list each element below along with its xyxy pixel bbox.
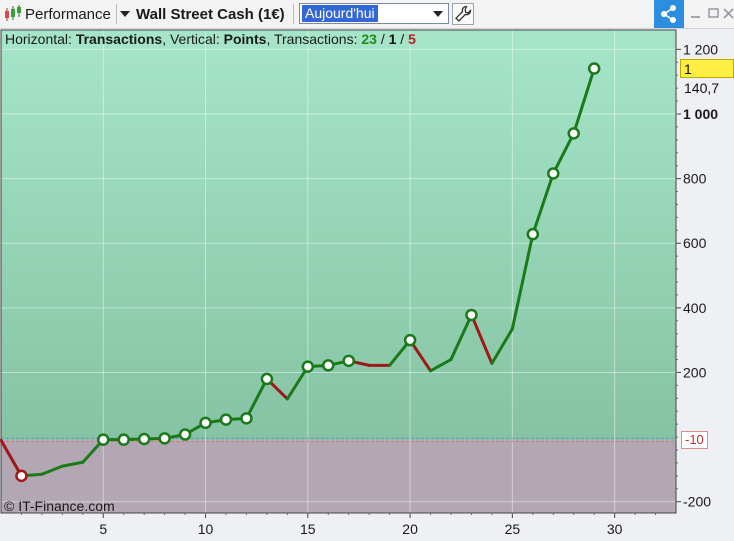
toolbar: Performance Wall Street Cash (1€) Aujour…: [0, 0, 734, 29]
copyright-text: © IT-Finance.com: [4, 498, 115, 514]
y-tick-label: 800: [683, 171, 707, 187]
instrument-dropdown[interactable]: Wall Street Cash (1€): [120, 0, 285, 28]
trade-marker[interactable]: [199, 416, 212, 430]
vertical-prefix: , Vertical:: [162, 31, 224, 47]
close-button[interactable]: [722, 4, 734, 22]
trade-marker[interactable]: [403, 333, 417, 347]
settings-wrench-button[interactable]: [452, 3, 474, 25]
positive-zone: [1, 30, 676, 441]
x-tick-label: 30: [607, 521, 623, 537]
trade-marker[interactable]: [178, 428, 192, 441]
x-tick-label: 5: [99, 521, 107, 537]
wins-count: 23: [361, 31, 377, 47]
trade-marker[interactable]: [97, 433, 110, 446]
y-tick-label: 400: [683, 300, 707, 316]
trade-marker[interactable]: [587, 62, 601, 75]
wrench-icon: [455, 5, 472, 22]
trade-marker[interactable]: [117, 433, 130, 446]
trade-marker[interactable]: [260, 372, 274, 386]
toolbar-separator: [116, 4, 117, 24]
caret-down-icon: [120, 11, 130, 17]
y-tick-label: 200: [683, 364, 707, 380]
minimize-icon: [691, 16, 700, 18]
trade-marker[interactable]: [158, 432, 171, 445]
losses-count: 5: [408, 31, 416, 47]
period-select[interactable]: Aujourd'hui: [299, 3, 449, 24]
maximize-icon: [708, 8, 719, 18]
trade-marker[interactable]: [342, 354, 355, 368]
trade-marker[interactable]: [567, 127, 580, 140]
trade-marker[interactable]: [547, 167, 560, 180]
close-icon: [723, 8, 734, 19]
transactions-prefix: , Transactions:: [266, 31, 362, 47]
trade-marker[interactable]: [219, 413, 233, 426]
trade-marker[interactable]: [137, 432, 151, 446]
chart-info-line: Horizontal: Transactions, Vertical: Poin…: [5, 31, 416, 47]
last-value-tag: 1 140,7: [680, 58, 734, 96]
y-tick-label: 1 000: [683, 106, 718, 122]
share-icon: [661, 5, 676, 23]
x-tick-label: 15: [300, 521, 316, 537]
x-tick-label: 10: [198, 521, 214, 537]
vertical-value: Points: [223, 31, 267, 47]
y-tick-label: 1 200: [683, 41, 718, 57]
trade-marker[interactable]: [526, 227, 540, 241]
trade-marker[interactable]: [322, 359, 335, 372]
performance-chart[interactable]: 1 200 1 000 800 600 400 200 -200 5 10 15 20 25 30 H…: [0, 29, 734, 541]
candlestick-icon[interactable]: [3, 0, 23, 28]
y-tick-label: -200: [683, 494, 711, 510]
trade-marker[interactable]: [465, 308, 478, 322]
share-button[interactable]: [654, 0, 684, 28]
instrument-label: Wall Street Cash (1€): [136, 5, 285, 23]
chart-canvas: 1 200 1 000 800 600 400 200 -200 5 10 15 20 25 30: [0, 29, 718, 537]
toolbar-separator: [293, 4, 294, 24]
count-separator: /: [396, 31, 409, 47]
x-tick-label: 20: [402, 521, 418, 537]
horizontal-value: Transactions: [75, 31, 163, 47]
maximize-button[interactable]: [706, 4, 722, 22]
performance-window: Performance Wall Street Cash (1€) Aujour…: [0, 0, 734, 541]
trade-marker[interactable]: [240, 412, 253, 425]
count-separator: /: [376, 31, 389, 47]
x-tick-label: 25: [505, 521, 521, 537]
period-selected-value: Aujourd'hui: [302, 5, 378, 22]
reference-value-tag: -10: [681, 431, 708, 450]
x-axis: 5 10 15 20 25 30: [20, 513, 657, 537]
performance-tab-label[interactable]: Performance: [25, 0, 111, 28]
horizontal-prefix: Horizontal:: [5, 31, 76, 47]
trade-marker[interactable]: [301, 360, 315, 373]
minimize-button[interactable]: [688, 4, 704, 22]
trade-marker[interactable]: [15, 469, 28, 483]
y-tick-label: 600: [683, 235, 707, 251]
chevron-down-icon: [433, 11, 443, 17]
